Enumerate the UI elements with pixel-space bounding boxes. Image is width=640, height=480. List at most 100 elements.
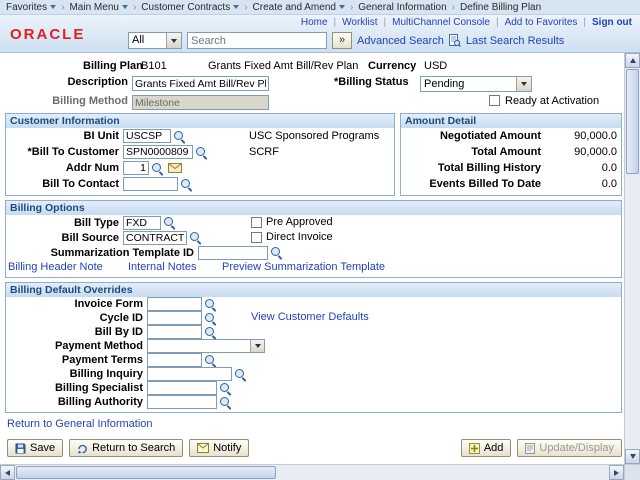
summarization-template-lookup-icon[interactable] xyxy=(270,246,283,259)
negotiated-amount-label: Negotiated Amount xyxy=(439,130,541,142)
description-field[interactable] xyxy=(132,76,269,91)
chevron-down-icon[interactable] xyxy=(250,340,264,352)
breadcrumb-separator: › xyxy=(132,1,137,13)
vertical-scrollbar[interactable] xyxy=(624,53,640,464)
payment-terms-lookup-icon[interactable] xyxy=(204,354,217,367)
billing-header-note-link[interactable]: Billing Header Note xyxy=(8,261,103,273)
bill-type-field[interactable] xyxy=(123,215,161,230)
notify-button[interactable]: Notify xyxy=(189,439,250,457)
bill-to-contact-field[interactable] xyxy=(123,177,178,191)
scroll-down-button[interactable] xyxy=(625,449,640,464)
view-customer-defaults-link[interactable]: View Customer Defaults xyxy=(251,311,369,323)
bill-source-field[interactable] xyxy=(123,230,187,245)
bill-to-customer-lookup-icon[interactable] xyxy=(195,146,208,159)
billing-authority-lookup-icon[interactable] xyxy=(219,396,232,409)
scroll-up-button[interactable] xyxy=(625,53,640,68)
horizontal-scrollbar-thumb[interactable] xyxy=(16,466,276,479)
chevron-down-icon xyxy=(233,5,240,9)
billing-status-label: *Billing Status xyxy=(334,76,409,88)
update-display-button: Update/Display xyxy=(517,439,622,457)
bill-by-id-lookup-icon[interactable] xyxy=(204,326,217,339)
bi-unit-lookup-icon[interactable] xyxy=(173,130,186,143)
advanced-search-link[interactable]: Advanced Search xyxy=(357,35,444,47)
invoice-form-lookup-icon[interactable] xyxy=(204,298,217,311)
sign-out-link[interactable]: Sign out xyxy=(592,17,632,28)
bill-type-lookup-icon[interactable] xyxy=(163,216,176,229)
search-scope-select[interactable]: All xyxy=(128,32,182,49)
chevron-down-icon[interactable] xyxy=(166,33,181,48)
bill-source-lookup-icon[interactable] xyxy=(189,231,202,244)
search-input[interactable] xyxy=(187,32,327,49)
billing-method-field xyxy=(132,95,269,110)
billing-inquiry-lookup-icon[interactable] xyxy=(234,368,247,381)
billing-authority-field[interactable] xyxy=(147,395,217,409)
breadcrumb-create-and-amend[interactable]: Create and Amend xyxy=(253,2,345,13)
plan-header-row: Billing Plan B101 Grants Fixed Amt Bill/… xyxy=(5,58,622,74)
summarization-template-field[interactable] xyxy=(198,245,268,260)
addr-num-label: Addr Num xyxy=(65,162,119,174)
payment-method-select[interactable] xyxy=(147,339,265,353)
chevron-down-icon[interactable] xyxy=(516,77,531,91)
description-row: Description *Billing Status Pending xyxy=(5,74,622,93)
worklist-link[interactable]: Worklist xyxy=(342,17,377,28)
save-button[interactable]: Save xyxy=(7,439,64,457)
direct-invoice-checkbox[interactable] xyxy=(251,231,262,243)
search-go-button[interactable]: » xyxy=(332,32,352,49)
preview-summarization-template-link[interactable]: Preview Summarization Template xyxy=(222,261,385,273)
billing-specialist-field[interactable] xyxy=(147,381,217,395)
invoice-form-field[interactable] xyxy=(147,297,202,311)
breadcrumb-customer-contracts[interactable]: Customer Contracts xyxy=(141,1,240,13)
save-icon xyxy=(15,443,26,454)
breadcrumb-separator: › xyxy=(61,1,65,13)
internal-notes-link[interactable]: Internal Notes xyxy=(128,261,196,273)
bill-by-id-field[interactable] xyxy=(147,325,202,339)
breadcrumb-main-menu[interactable]: Main Menu xyxy=(69,2,128,13)
address-envelope-icon[interactable] xyxy=(168,163,182,173)
scroll-left-button[interactable] xyxy=(0,465,15,480)
direct-invoice-option: Direct Invoice xyxy=(251,231,333,243)
cycle-id-lookup-icon[interactable] xyxy=(204,312,217,325)
addr-num-lookup-icon[interactable] xyxy=(151,162,164,175)
payment-terms-field[interactable] xyxy=(147,353,202,367)
bill-to-customer-row: *Bill To Customer SCRF xyxy=(6,144,394,160)
bi-unit-row: BI Unit USC Sponsored Programs xyxy=(6,128,394,144)
vertical-scrollbar-thumb[interactable] xyxy=(626,69,639,174)
horizontal-scrollbar[interactable] xyxy=(0,464,624,480)
header-bar: ORACLE Home | Worklist | MultiChannel Cons… xyxy=(0,15,640,53)
bi-unit-field[interactable] xyxy=(123,129,171,143)
notify-button-label: Notify xyxy=(213,442,242,454)
breadcrumb-general-information[interactable]: General Information xyxy=(358,2,446,13)
breadcrumb-favorites[interactable]: Favorites xyxy=(6,1,57,13)
billing-inquiry-row: Billing Inquiry xyxy=(6,367,621,381)
bill-to-customer-field[interactable] xyxy=(123,145,193,159)
section-title: Billing Options xyxy=(6,201,621,215)
breadcrumb-label: Favorites xyxy=(6,1,48,13)
billing-status-select[interactable]: Pending xyxy=(420,76,532,92)
billing-specialist-lookup-icon[interactable] xyxy=(219,382,232,395)
home-link[interactable]: Home xyxy=(301,17,328,28)
billing-inquiry-field[interactable] xyxy=(147,367,232,381)
add-to-favorites-link[interactable]: Add to Favorites xyxy=(505,17,578,28)
add-button[interactable]: Add xyxy=(460,439,512,457)
ready-at-activation-checkbox[interactable] xyxy=(489,95,500,106)
return-to-general-information-link[interactable]: Return to General Information xyxy=(7,418,153,430)
addr-num-field[interactable] xyxy=(123,161,149,175)
link-separator: | xyxy=(495,17,499,28)
multichannel-console-link[interactable]: MultiChannel Console xyxy=(392,17,490,28)
pre-approved-checkbox[interactable] xyxy=(251,216,262,228)
breadcrumb-label: Customer Contracts xyxy=(141,1,231,13)
billing-plan-name: Grants Fixed Amt Bill/Rev Plan xyxy=(208,60,359,72)
scroll-right-button[interactable] xyxy=(609,465,624,480)
total-billing-history-value: 0.0 xyxy=(601,162,617,174)
chevron-down-icon xyxy=(121,5,128,9)
last-search-results-link[interactable]: Last Search Results xyxy=(466,35,564,47)
cycle-id-field[interactable] xyxy=(147,311,202,325)
return-to-search-button[interactable]: Return to Search xyxy=(69,439,184,457)
portal-links: Home | Worklist | MultiChannel Console | Ad… xyxy=(301,17,632,28)
ready-at-activation-label: Ready at Activation xyxy=(505,95,600,107)
info-boxes-row: Customer Information BI Unit USC Sponsor… xyxy=(5,113,622,196)
last-search-results-icon xyxy=(448,34,461,47)
bill-to-contact-lookup-icon[interactable] xyxy=(180,178,193,191)
cycle-id-label: Cycle ID xyxy=(99,312,143,324)
amount-row: Events Billed To Date 0.0 xyxy=(401,176,621,192)
